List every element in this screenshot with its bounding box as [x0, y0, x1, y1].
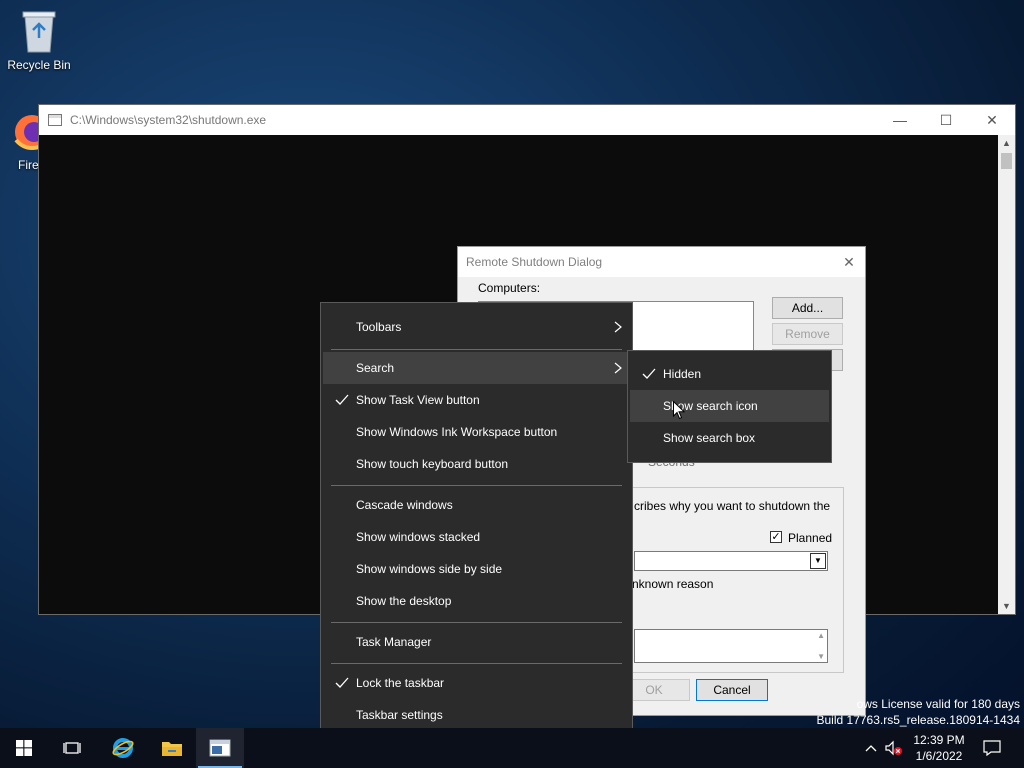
menu-item-label: Show Windows Ink Workspace button — [356, 425, 558, 439]
mouse-cursor-icon — [673, 401, 685, 420]
menu-separator — [331, 485, 622, 486]
console-title: C:\Windows\system32\shutdown.exe — [70, 113, 267, 127]
menu-item-label: Task Manager — [356, 635, 432, 649]
task-view-button[interactable] — [48, 728, 96, 768]
menu-separator — [331, 663, 622, 664]
action-center-button[interactable] — [978, 728, 1006, 768]
menu-item-label: Search — [356, 361, 395, 375]
menu-separator — [331, 622, 622, 623]
scroll-down-icon[interactable]: ▼ — [998, 598, 1015, 614]
menu-item-label: Taskbar settings — [356, 708, 443, 722]
windows-logo-icon — [16, 740, 32, 756]
folder-icon — [162, 742, 182, 756]
menu-item-show-task-view[interactable]: Show Task View button — [323, 384, 630, 416]
dialog-titlebar[interactable]: Remote Shutdown Dialog ✕ — [458, 247, 865, 277]
console-scrollbar[interactable]: ▲ ▼ — [998, 135, 1015, 614]
console-app-icon — [48, 114, 62, 126]
internet-explorer-button[interactable] — [99, 728, 147, 768]
windows-license-watermark: ows License valid for 180 days Build 177… — [817, 696, 1021, 728]
firefox-label: Fire — [18, 158, 39, 172]
add-button[interactable]: Add... — [772, 297, 843, 319]
task-view-icon — [63, 742, 81, 754]
chevron-up-icon — [865, 745, 877, 752]
submenu-item-hidden[interactable]: Hidden — [630, 358, 829, 390]
taskbar-context-menu: Toolbars Search Show Task View button Sh… — [320, 302, 633, 740]
internet-explorer-icon — [112, 738, 134, 758]
remove-button[interactable]: Remove — [772, 323, 843, 345]
menu-item-taskbar-settings[interactable]: Taskbar settings — [323, 699, 630, 731]
scroll-up-icon[interactable]: ▲ — [998, 135, 1015, 151]
computers-label: Computers: — [478, 281, 541, 295]
submenu-item-label: Hidden — [663, 367, 702, 381]
chevron-right-icon — [614, 362, 622, 374]
maximize-button[interactable]: ☐ — [923, 105, 969, 135]
menu-item-label: Show Task View button — [356, 393, 480, 407]
menu-item-search[interactable]: Search — [323, 352, 630, 384]
console-titlebar[interactable]: C:\Windows\system32\shutdown.exe — ☐ ✕ — [39, 105, 1015, 135]
submenu-item-show-search-box[interactable]: Show search box — [630, 422, 829, 454]
menu-item-windows-stacked[interactable]: Show windows stacked — [323, 521, 630, 553]
reason-description: cribes why you want to shutdown the — [634, 499, 831, 513]
file-explorer-button[interactable] — [148, 728, 196, 768]
menu-item-cascade-windows[interactable]: Cascade windows — [323, 489, 630, 521]
close-button[interactable]: ✕ — [969, 105, 1015, 135]
menu-item-task-manager[interactable]: Task Manager — [323, 626, 630, 658]
recycle-bin-desktop-icon[interactable]: Recycle Bin — [1, 8, 77, 72]
minimize-button[interactable]: — — [877, 105, 923, 135]
comment-textarea[interactable]: ▲ ▼ — [634, 629, 828, 663]
menu-item-show-desktop[interactable]: Show the desktop — [323, 585, 630, 617]
watermark-line-1: ows License valid for 180 days — [856, 697, 1020, 711]
menu-item-show-touch-keyboard[interactable]: Show touch keyboard button — [323, 448, 630, 480]
start-button[interactable] — [0, 728, 48, 768]
planned-label: Planned — [788, 531, 833, 545]
clock-time: 12:39 PM — [913, 733, 965, 747]
clock[interactable]: 12:39 PM 1/6/2022 — [899, 732, 979, 764]
submenu-item-show-search-icon[interactable]: Show search icon — [630, 390, 829, 422]
menu-item-label: Show the desktop — [356, 594, 452, 608]
clock-date: 1/6/2022 — [915, 749, 963, 763]
search-submenu: Hidden Show search icon Show search box — [627, 350, 832, 463]
submenu-item-label: Show search box — [663, 431, 756, 445]
menu-separator — [331, 349, 622, 350]
checkmark-icon — [642, 368, 656, 379]
planned-checkbox[interactable]: ✓ — [770, 531, 782, 543]
scroll-thumb[interactable] — [1001, 153, 1012, 169]
textarea-scroll-down-icon[interactable]: ▼ — [817, 652, 825, 661]
menu-item-show-ink-workspace[interactable]: Show Windows Ink Workspace button — [323, 416, 630, 448]
dialog-close-button[interactable]: ✕ — [833, 254, 865, 271]
menu-item-toolbars[interactable]: Toolbars — [323, 311, 630, 343]
chevron-right-icon — [614, 321, 622, 333]
console-window-icon — [209, 739, 231, 757]
menu-item-side-by-side[interactable]: Show windows side by side — [323, 553, 630, 585]
menu-item-label: Show windows side by side — [356, 562, 503, 576]
dialog-title: Remote Shutdown Dialog — [466, 255, 603, 269]
checkmark-icon — [335, 394, 349, 405]
reason-select[interactable]: ▼ — [634, 551, 828, 571]
menu-item-label: Show touch keyboard button — [356, 457, 509, 471]
menu-item-label: Show windows stacked — [356, 530, 481, 544]
checkmark-icon — [335, 677, 349, 688]
recycle-bin-label: Recycle Bin — [7, 58, 71, 72]
menu-item-lock-taskbar[interactable]: Lock the taskbar — [323, 667, 630, 699]
menu-item-label: Cascade windows — [356, 498, 453, 512]
recycle-bin-icon — [22, 11, 56, 53]
watermark-line-2: Build 17763.rs5_release.180914-1434 — [816, 713, 1021, 727]
textarea-scroll-up-icon[interactable]: ▲ — [817, 631, 825, 640]
notification-icon — [983, 740, 1001, 756]
chevron-down-icon[interactable]: ▼ — [810, 553, 826, 569]
menu-item-label: Lock the taskbar — [356, 676, 445, 690]
taskbar[interactable]: 12:39 PM 1/6/2022 — [0, 728, 1024, 768]
cancel-button[interactable]: Cancel — [696, 679, 768, 701]
reason-option-label: nknown reason — [632, 577, 714, 591]
show-hidden-icons-button[interactable] — [860, 728, 882, 768]
menu-item-label: Toolbars — [356, 320, 402, 334]
console-taskbar-button[interactable] — [196, 728, 244, 768]
